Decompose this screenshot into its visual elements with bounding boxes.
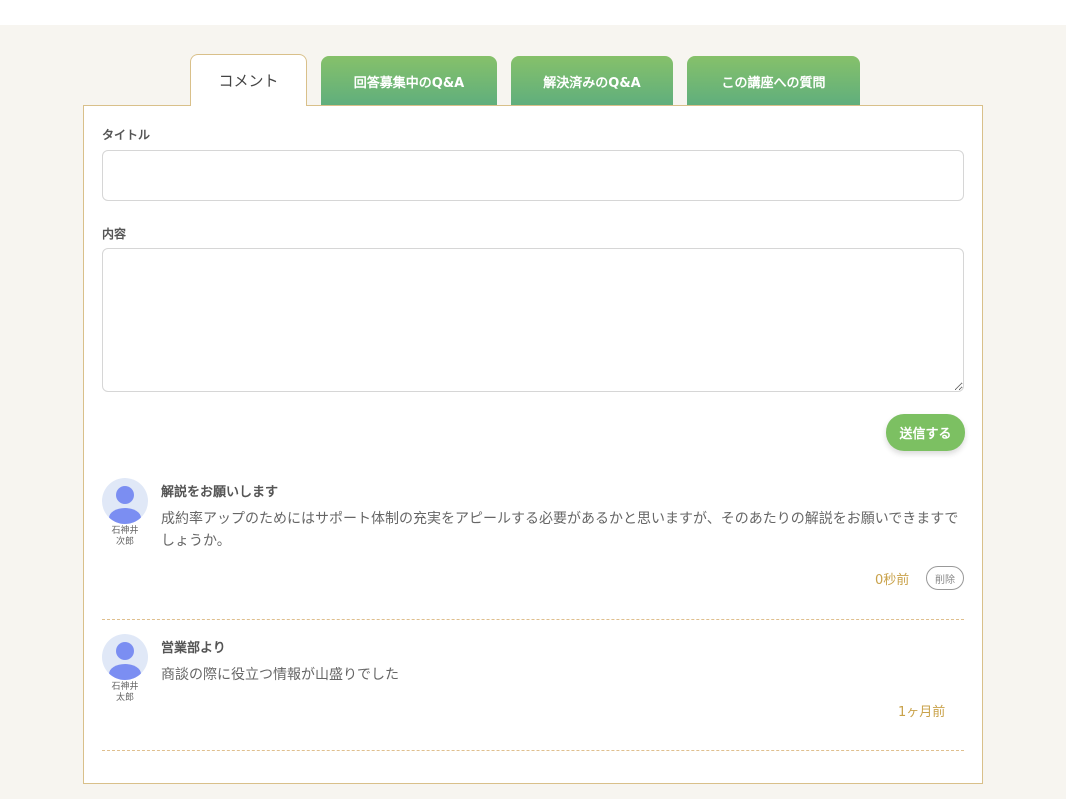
tab-open-qa[interactable]: 回答募集中のQ&A: [321, 56, 497, 106]
user-avatar-icon: [102, 478, 148, 524]
comment-title: 営業部より: [161, 641, 226, 656]
title-label: タイトル: [102, 128, 151, 142]
content-textarea[interactable]: [102, 248, 964, 392]
comment-item: 石神井 太郎 営業部より 商談の際に役立つ情報が山盛りでした 1ヶ月前: [102, 634, 964, 751]
comment-body: 成約率アップのためにはサポート体制の充実をアピールする必要があるかと思いますが、…: [161, 511, 959, 549]
comment-time: 0秒前: [875, 573, 910, 588]
delete-button[interactable]: 削除: [926, 566, 964, 590]
comment-title: 解説をお願いします: [161, 485, 279, 500]
comment-user-name: 石神井 太郎: [111, 682, 139, 703]
top-bar: [0, 0, 1066, 25]
comment-user-name: 石神井 次郎: [111, 526, 139, 547]
content-label: 内容: [102, 227, 127, 241]
submit-button[interactable]: 送信する: [886, 414, 965, 451]
tab-comment[interactable]: コメント: [190, 54, 307, 106]
comment-body: 商談の際に役立つ情報が山盛りでした: [161, 667, 399, 683]
tab-course-questions[interactable]: この講座への質問: [687, 56, 860, 106]
user-avatar-icon: [102, 634, 148, 680]
comment-panel: タイトル 内容 送信する 石神井 次郎 解説をお願いします 成約率アップのために…: [83, 105, 983, 784]
comment-item: 石神井 次郎 解説をお願いします 成約率アップのためにはサポート体制の充実をアピ…: [102, 478, 964, 620]
comment-time: 1ヶ月前: [898, 705, 946, 720]
title-input[interactable]: [102, 150, 964, 201]
tab-resolved-qa[interactable]: 解決済みのQ&A: [511, 56, 673, 106]
tab-bar: コメント 回答募集中のQ&A 解決済みのQ&A この講座への質問: [190, 54, 874, 106]
